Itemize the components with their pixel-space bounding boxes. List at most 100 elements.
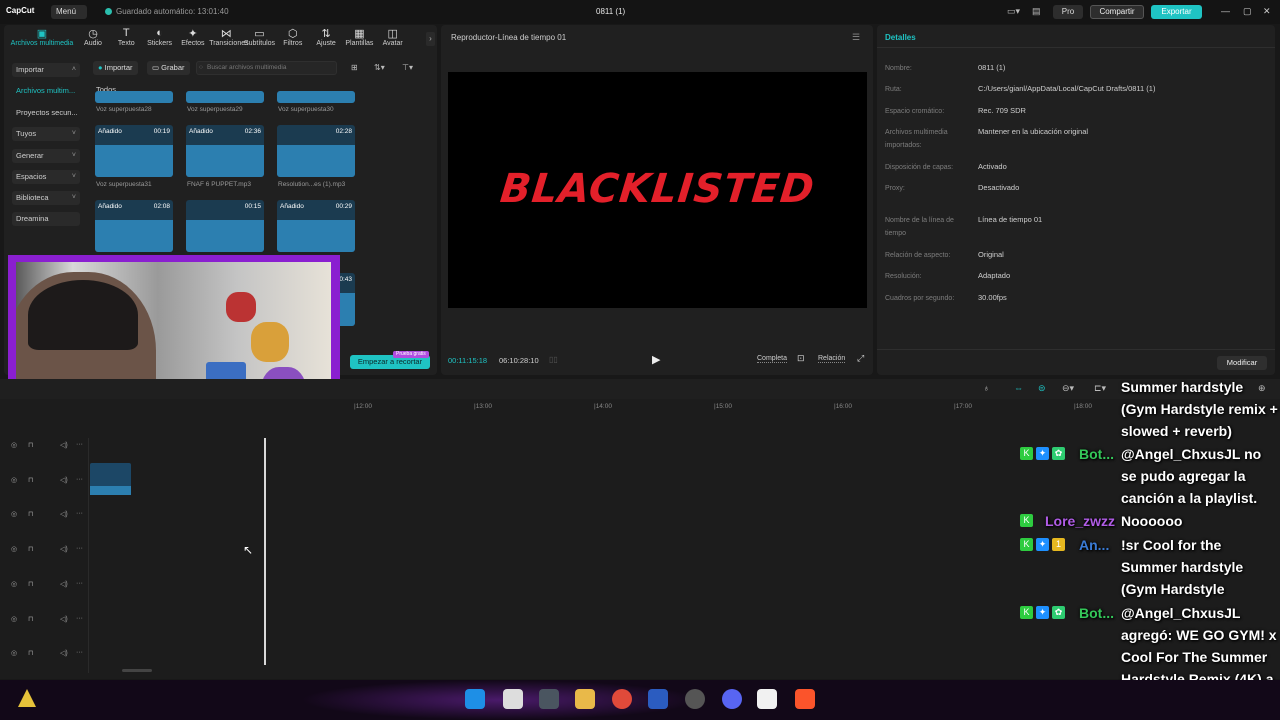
track-audio-icon[interactable]: ◁) [60, 580, 68, 588]
import-button[interactable]: ● Importar [93, 61, 138, 75]
track-lock-icon[interactable]: ⊓ [28, 649, 33, 657]
media-tile[interactable]: 00:15 [186, 200, 264, 252]
media-tile[interactable] [95, 91, 173, 103]
track-audio-icon[interactable]: ◁) [60, 441, 68, 449]
video-preview[interactable]: BLACKLISTED [448, 72, 867, 308]
toolbar-item-8[interactable]: ⇅ Ajuste [309, 27, 343, 47]
playhead[interactable] [264, 438, 266, 665]
track-visibility-icon[interactable]: ◎ [11, 441, 17, 449]
media-tile[interactable]: Añadido 02:08 [95, 200, 173, 252]
media-tile[interactable] [186, 91, 264, 103]
close-icon[interactable]: ✕ [1263, 6, 1271, 17]
file-explorer-icon[interactable] [575, 689, 595, 709]
track-visibility-icon[interactable]: ◎ [11, 615, 17, 623]
media-tile[interactable]: Añadido 00:19 [95, 125, 173, 177]
track-lock-icon[interactable]: ⊓ [28, 441, 33, 449]
toolbar-item-10[interactable]: ◫ Avatar [376, 27, 410, 47]
full-quality-button[interactable]: Completa [757, 355, 787, 363]
sidebar-item-7[interactable]: Dreamina [12, 212, 80, 226]
toolbar-item-7[interactable]: ⬡ Filtros [276, 27, 310, 47]
sort-icon[interactable]: ⇅▾ [374, 63, 385, 72]
share-button[interactable]: Compartir [1090, 5, 1144, 19]
pro-button[interactable]: Pro [1053, 5, 1083, 19]
track-visibility-icon[interactable]: ◎ [11, 649, 17, 657]
toolbar-item-4[interactable]: ✦ Efectos [176, 27, 210, 47]
track-audio-icon[interactable]: ◁) [60, 510, 68, 518]
layout-icon[interactable]: ▭▾ [1007, 6, 1020, 17]
track-audio-icon[interactable]: ◁) [60, 649, 68, 657]
obs-icon[interactable] [685, 689, 705, 709]
track-more-icon[interactable]: ··· [76, 580, 83, 587]
capcut-icon[interactable] [757, 689, 777, 709]
record-button[interactable]: ▭ Grabar [147, 61, 190, 75]
minimize-icon[interactable]: — [1221, 6, 1230, 16]
track-more-icon[interactable]: ··· [76, 441, 83, 448]
toolbar-item-6[interactable]: ▭ Subtítulos [243, 27, 277, 47]
track-more-icon[interactable]: ··· [76, 545, 83, 552]
filter-icon[interactable]: ⊤▾ [402, 63, 413, 72]
sidebar-item-6[interactable]: Biblioteca ˅ [12, 191, 80, 205]
windows-start-icon[interactable] [465, 689, 485, 709]
sidebar-item-1[interactable]: Archivos multim... [12, 84, 80, 98]
export-button[interactable]: Exportar [1151, 5, 1202, 19]
chrome-icon[interactable] [612, 689, 632, 709]
toolbar-item-0[interactable]: ▣ Archivos multimedia [8, 27, 76, 47]
menu-button[interactable]: Menú [51, 5, 87, 19]
preview-axis-icon[interactable]: ⊖▾ [1062, 383, 1074, 394]
chat-username: Lore_zwzz [1045, 513, 1116, 529]
track-audio-icon[interactable]: ◁) [60, 615, 68, 623]
track-visibility-icon[interactable]: ◎ [11, 580, 17, 588]
sidebar-item-3[interactable]: Tuyos ˅ [12, 127, 80, 141]
track-more-icon[interactable]: ··· [76, 476, 83, 483]
track-audio-icon[interactable]: ◁) [60, 545, 68, 553]
track-lock-icon[interactable]: ⊓ [28, 510, 33, 518]
timeline-clip[interactable] [90, 463, 131, 495]
task-view-icon[interactable] [503, 689, 523, 709]
view-toggle-icon[interactable]: ⊞ [351, 63, 358, 72]
media-tile[interactable] [277, 91, 355, 103]
discord-icon[interactable] [722, 689, 742, 709]
modify-button[interactable]: Modificar [1217, 356, 1267, 370]
media-tile[interactable]: Añadido 02:36 [186, 125, 264, 177]
toolbar-item-1[interactable]: ◷ Audio [76, 27, 110, 47]
timecode-toggle-icon[interactable]: ▯▯ [549, 355, 558, 364]
play-icon[interactable]: ▶ [652, 353, 660, 366]
track-lock-icon[interactable]: ⊓ [28, 615, 33, 623]
track-audio-icon[interactable]: ◁) [60, 476, 68, 484]
horizontal-scrollbar[interactable] [122, 669, 152, 672]
fullscreen-icon[interactable]: ⤢ [857, 353, 864, 364]
track-lock-icon[interactable]: ⊓ [28, 580, 33, 588]
track-visibility-icon[interactable]: ◎ [11, 510, 17, 518]
ratio-button[interactable]: Relación [818, 355, 846, 363]
toolbar-item-3[interactable]: ◐ Stickers [143, 27, 177, 47]
magnet-icon[interactable]: ⊜ [1038, 383, 1046, 394]
sidebar-item-4[interactable]: Generar ˅ [12, 149, 80, 163]
mic-icon[interactable]: ♁ [983, 383, 990, 393]
track-more-icon[interactable]: ··· [76, 649, 83, 656]
media-tile[interactable]: 02:28 [277, 125, 355, 177]
shortcuts-icon[interactable]: ▤ [1032, 6, 1041, 17]
track-more-icon[interactable]: ··· [76, 510, 83, 517]
track-visibility-icon[interactable]: ◎ [11, 476, 17, 484]
track-visibility-icon[interactable]: ◎ [11, 545, 17, 553]
brave-icon[interactable] [795, 689, 815, 709]
menu-lines-icon[interactable]: ☰ [852, 32, 860, 43]
sidebar-item-5[interactable]: Espacios ˅ [12, 170, 80, 184]
media-search-input[interactable]: ○ Buscar archivos multimedia [196, 61, 337, 75]
snapshot-icon[interactable]: ⊡ [797, 353, 805, 364]
app-cube-icon[interactable] [539, 689, 559, 709]
track-lock-icon[interactable]: ⊓ [28, 545, 33, 553]
toolbar-next-icon[interactable]: › [426, 32, 435, 46]
track-lock-icon[interactable]: ⊓ [28, 476, 33, 484]
word-icon[interactable] [648, 689, 668, 709]
toolbar-item-5[interactable]: ⋈ Transiciones [209, 27, 248, 47]
sidebar-item-0[interactable]: Importar ˄ [12, 63, 80, 77]
sidebar-item-2[interactable]: Proyectos secun... [12, 106, 80, 120]
media-tile[interactable]: Añadido 00:29 [277, 200, 355, 252]
toolbar-item-9[interactable]: ▦ Plantillas [342, 27, 376, 47]
toolbar-item-2[interactable]: T Texto [109, 27, 143, 47]
maximize-icon[interactable]: ▢ [1243, 6, 1252, 17]
link-icon[interactable]: ⇔ [1014, 383, 1023, 393]
zoom-fit-icon[interactable]: ⊏▾ [1094, 383, 1106, 394]
track-more-icon[interactable]: ··· [76, 615, 83, 622]
